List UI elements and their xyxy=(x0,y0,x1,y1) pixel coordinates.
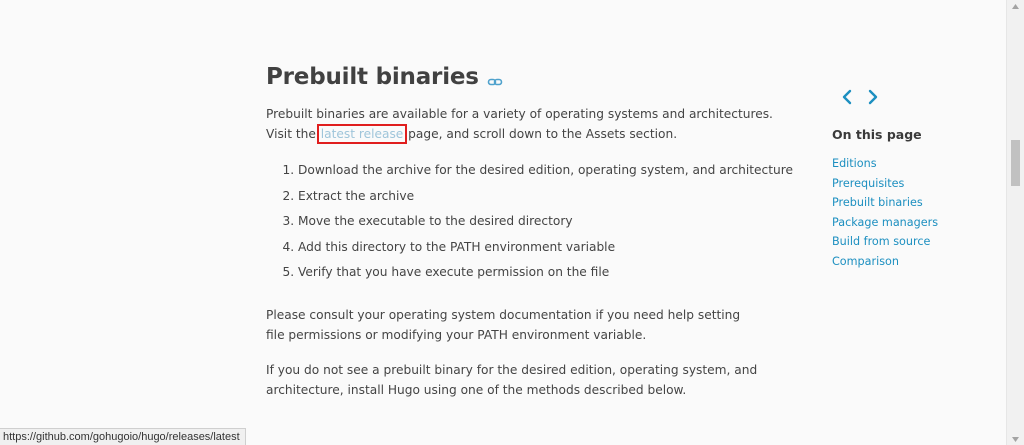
toc-item-prerequisites[interactable]: Prerequisites xyxy=(832,174,1002,194)
list-item: Move the executable to the desired direc… xyxy=(298,209,818,235)
install-steps-list: Download the archive for the desired edi… xyxy=(266,158,818,286)
table-of-contents: On this page Editions Prerequisites Preb… xyxy=(832,127,1002,272)
toc-item-comparison[interactable]: Comparison xyxy=(832,252,1002,272)
no-binary-paragraph: If you do not see a prebuilt binary for … xyxy=(266,363,758,397)
intro-paragraph: Prebuilt binaries are available for a va… xyxy=(266,105,786,144)
prev-next-nav xyxy=(840,88,880,106)
chevron-right-icon[interactable] xyxy=(866,88,880,106)
consult-paragraph: Please consult your operating system doc… xyxy=(266,308,741,342)
intro-after-link-text: page, and scroll down to the Assets sect… xyxy=(404,126,678,141)
link-anchor-icon[interactable] xyxy=(487,70,503,86)
scroll-down-arrow-icon[interactable] xyxy=(1007,433,1024,445)
list-item: Download the archive for the desired edi… xyxy=(298,158,818,184)
section-heading: Prebuilt binaries xyxy=(266,60,786,94)
scrollbar-thumb[interactable] xyxy=(1011,140,1020,186)
toc-item-build-from-source[interactable]: Build from source xyxy=(832,232,1002,252)
latest-release-link[interactable]: latest release xyxy=(316,123,408,144)
toc-title: On this page xyxy=(832,127,922,142)
toc-item-package-managers[interactable]: Package managers xyxy=(832,213,1002,233)
page: Prebuilt binaries Prebuilt binaries are … xyxy=(0,0,1024,445)
list-item: Verify that you have execute permission … xyxy=(298,260,818,286)
intro-visit-text: Visit the xyxy=(266,126,320,141)
intro-line-1: Prebuilt binaries are available for a va… xyxy=(266,107,773,121)
section-title: Prebuilt binaries xyxy=(266,64,479,90)
toc-list: Editions Prerequisites Prebuilt binaries… xyxy=(832,154,1002,272)
chevron-left-icon[interactable] xyxy=(840,88,854,106)
vertical-scrollbar[interactable] xyxy=(1006,0,1024,445)
list-item: Add this directory to the PATH environme… xyxy=(298,235,818,261)
scroll-up-arrow-icon[interactable] xyxy=(1007,0,1024,12)
main-content: Prebuilt binaries Prebuilt binaries are … xyxy=(266,60,793,397)
status-bar-url: https://github.com/gohugoio/hugo/release… xyxy=(0,428,246,445)
toc-item-prebuilt-binaries[interactable]: Prebuilt binaries xyxy=(832,193,1002,213)
list-item: Extract the archive xyxy=(298,184,818,210)
toc-item-editions[interactable]: Editions xyxy=(832,154,1002,174)
